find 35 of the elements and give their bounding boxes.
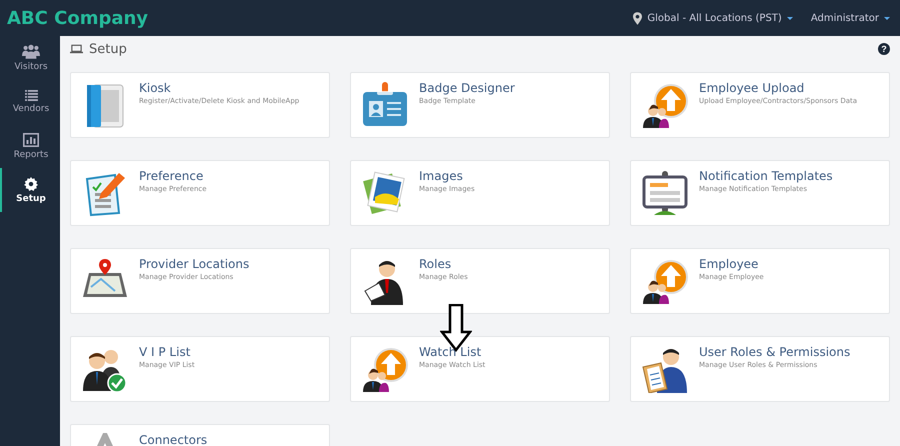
bar-chart-icon [23,132,39,146]
sidebar-item[interactable]: Reports [0,124,60,168]
card-title: Employee [699,257,760,271]
card-title: Watch List [419,345,482,359]
card-title: Provider Locations [139,257,250,271]
caret-icon [786,16,793,20]
setup-card[interactable]: Connectors [70,424,330,446]
brand-logo[interactable]: ABC Company [7,8,148,28]
card-title: Images [419,169,464,183]
card-title: Roles [419,257,452,271]
list-icon [24,90,38,101]
card-title: Notification Templates [699,169,833,183]
card-title: Badge Designer [419,81,515,95]
user-menu[interactable]: Administrator [810,12,890,24]
settings-icon [24,176,38,190]
map-pin-icon [633,12,642,24]
card-title: User Roles & Permissions [699,345,850,359]
location-menu[interactable]: Global - All Locations (PST) [633,12,793,24]
card-title: Kiosk [139,81,172,95]
people-icon [22,44,40,59]
sidebar-item[interactable]: Visitors [0,36,60,80]
sidebar-item[interactable]: Vendors [0,80,60,124]
card-title: V I P List [139,345,192,359]
upload-people-icon [361,345,409,393]
id-badge-icon [361,81,409,129]
card-title: Employee Upload [699,81,806,95]
upload-people-icon [641,81,689,129]
caret-icon [884,16,890,20]
card-title: Preference [139,169,204,183]
laptop-icon [70,44,83,54]
help-button[interactable]: ? [878,43,890,55]
upload-people-icon [641,257,689,305]
signboard-icon [641,169,689,217]
card-title: Connectors [139,433,208,446]
page-title: Setup [89,42,128,56]
